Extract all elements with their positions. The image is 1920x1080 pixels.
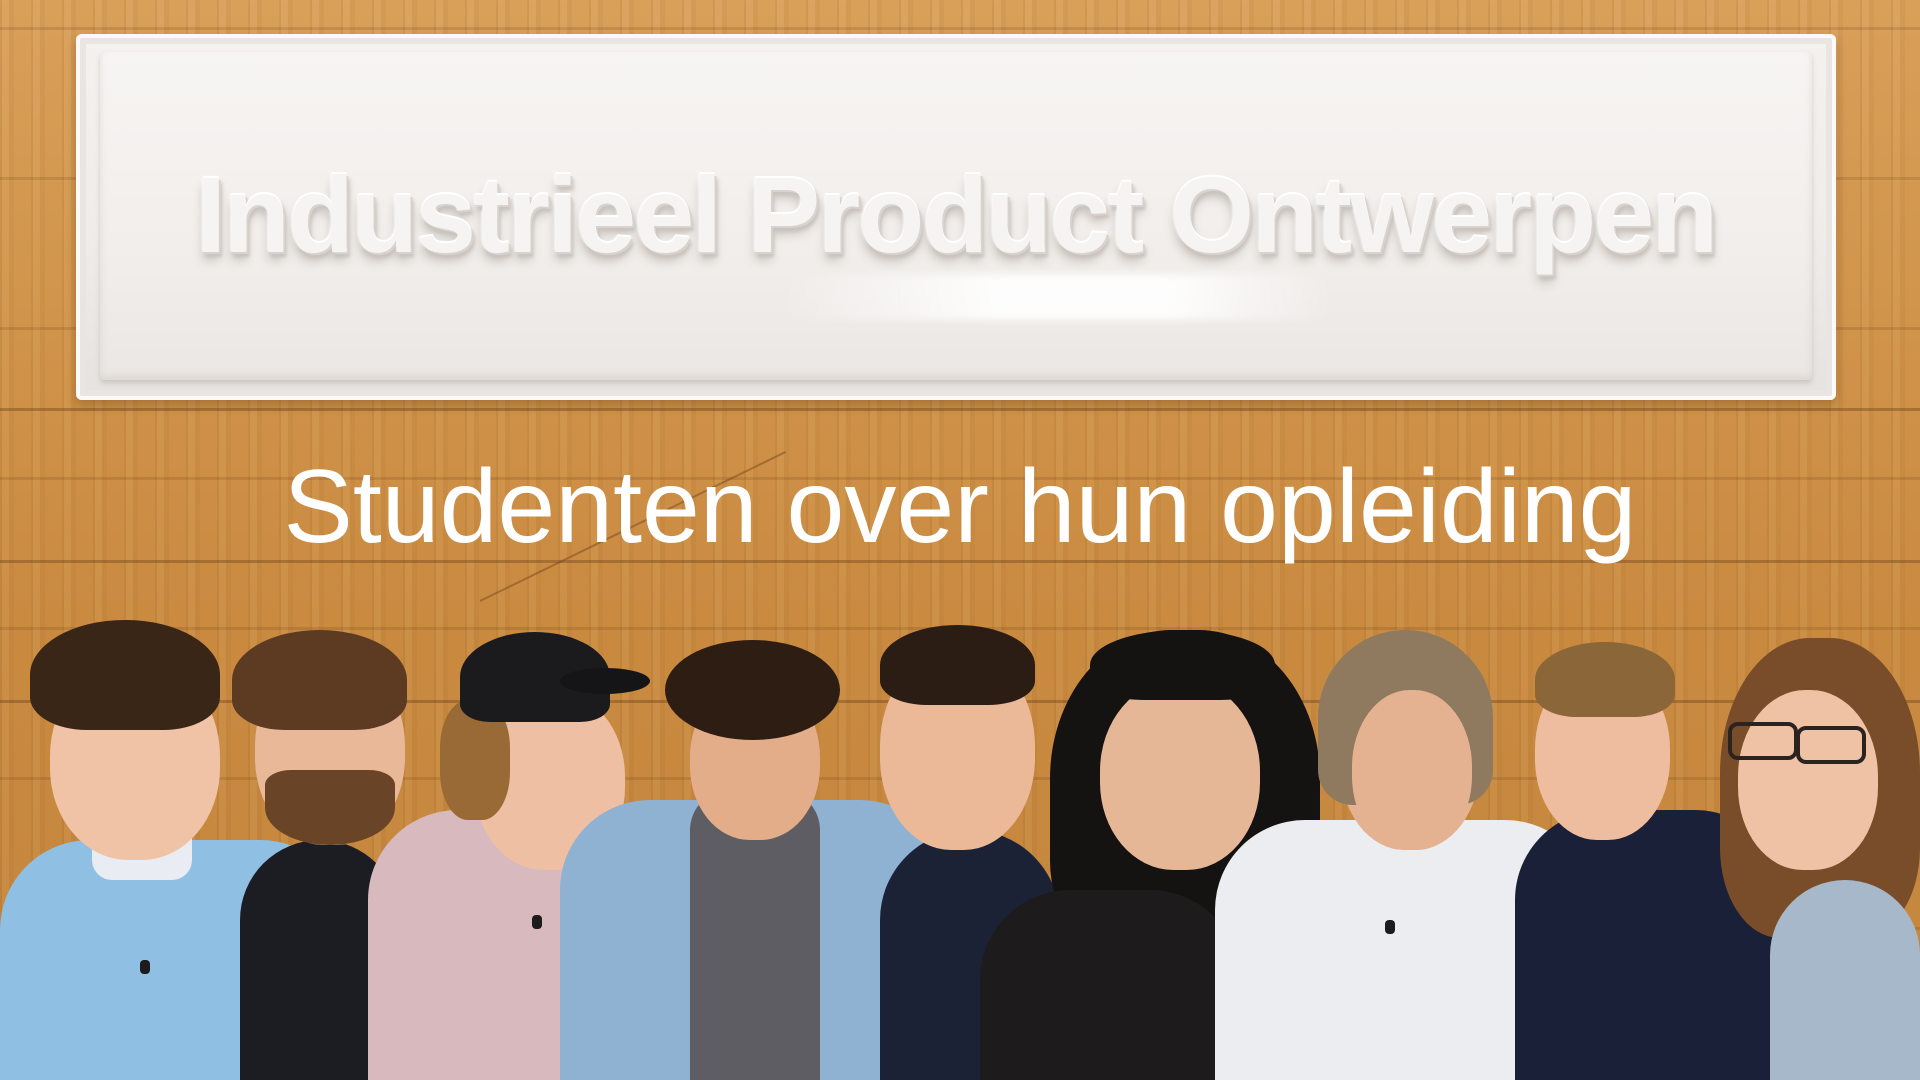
student-9-denim-jacket	[1770, 880, 1920, 1080]
student-5-hair	[880, 625, 1035, 705]
glasses-icon	[1796, 726, 1866, 764]
student-9-face	[1738, 690, 1878, 870]
lapel-mic-icon	[1385, 920, 1395, 934]
student-7-face-front	[1352, 690, 1472, 850]
student-3-cap-brim	[560, 668, 650, 694]
student-6-fringe	[1090, 630, 1275, 700]
student-2-hair	[232, 630, 407, 730]
glasses-icon	[1728, 722, 1798, 760]
student-1-hair	[30, 620, 220, 730]
student-2-beard	[265, 770, 395, 845]
lapel-mic-icon	[140, 960, 150, 974]
student-8-hair	[1535, 642, 1675, 717]
student-4-hair	[665, 640, 840, 740]
students-group	[0, 0, 1920, 1080]
student-6-top	[980, 890, 1240, 1080]
video-thumbnail: Industrieel Product Ontwerpen Studenten …	[0, 0, 1920, 1080]
student-6-face	[1100, 680, 1260, 870]
lapel-mic-icon	[532, 915, 542, 929]
